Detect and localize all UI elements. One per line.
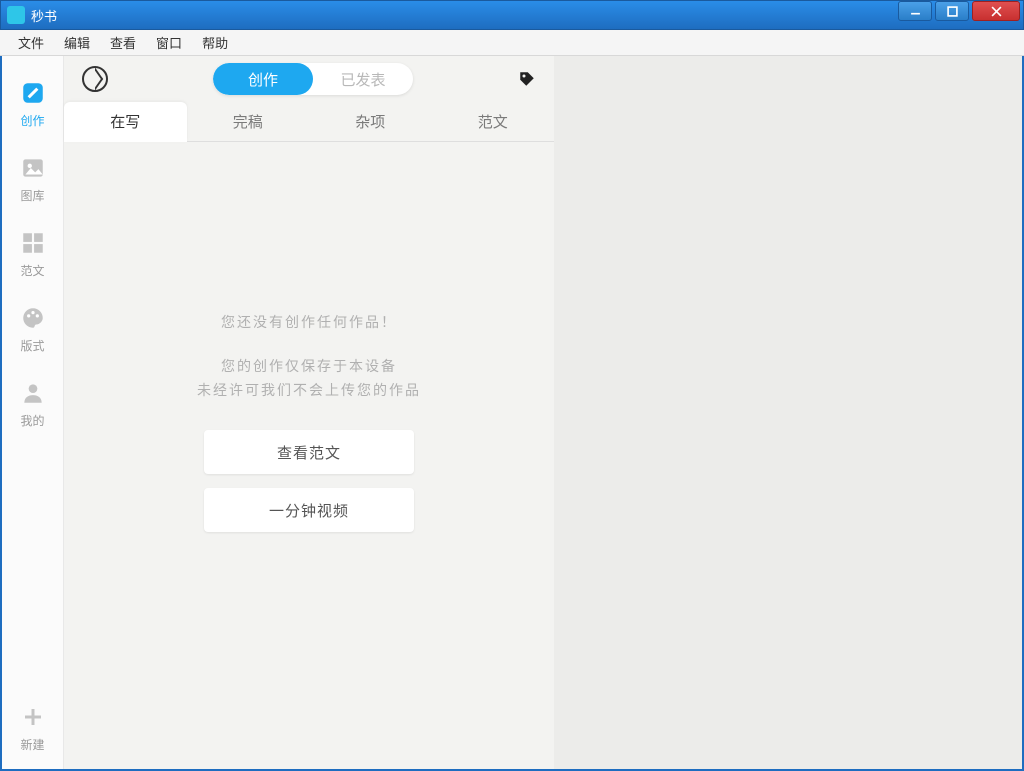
view-sample-button[interactable]: 查看范文: [204, 430, 414, 474]
subtab-writing[interactable]: 在写: [64, 102, 187, 142]
app-icon: [7, 6, 25, 24]
main-column: 创作 已发表 在写 完稿 杂项 范文 您还没有创作任何作品！ 您的创作仅保存于本…: [64, 56, 554, 769]
sidebar-item-create[interactable]: 创作: [2, 70, 63, 145]
maximize-button[interactable]: [935, 1, 969, 21]
window-controls: [898, 1, 1023, 29]
sidebar-item-label: 图库: [20, 187, 44, 204]
close-button[interactable]: [972, 1, 1020, 21]
empty-line2: 您的创作仅保存于本设备: [221, 356, 397, 376]
tag-icon[interactable]: [518, 70, 536, 88]
menu-window[interactable]: 窗口: [146, 33, 192, 52]
templates-icon: [20, 230, 46, 256]
empty-line3: 未经许可我们不会上传您的作品: [197, 380, 421, 400]
sidebar-item-label: 我的: [20, 412, 44, 429]
sidebar-item-label: 新建: [20, 736, 44, 753]
sidebar-item-label: 版式: [20, 337, 44, 354]
menubar: 文件 编辑 查看 窗口 帮助: [0, 30, 1024, 56]
sidebar-item-new[interactable]: 新建: [2, 694, 63, 769]
empty-headline: 您还没有创作任何作品！: [221, 312, 397, 332]
sub-tabs: 在写 完稿 杂项 范文: [64, 102, 554, 142]
create-icon: [20, 80, 46, 106]
menu-file[interactable]: 文件: [8, 33, 54, 52]
sidebar-item-label: 创作: [20, 112, 44, 129]
segmented-control: 创作 已发表: [213, 63, 413, 95]
empty-state: 您还没有创作任何作品！ 您的创作仅保存于本设备 未经许可我们不会上传您的作品 查…: [64, 142, 554, 769]
palette-icon: [20, 305, 46, 331]
segment-create[interactable]: 创作: [213, 63, 313, 95]
sidebar-item-layout[interactable]: 版式: [2, 295, 63, 370]
window-titlebar: 秒书: [0, 0, 1024, 30]
profile-icon: [20, 380, 46, 406]
menu-edit[interactable]: 编辑: [54, 33, 100, 52]
sidebar-item-label: 范文: [20, 262, 44, 279]
top-toolbar: 创作 已发表: [64, 56, 554, 102]
segment-published[interactable]: 已发表: [313, 63, 413, 95]
menu-view[interactable]: 查看: [100, 33, 146, 52]
sidebar: 创作 图库 范文 版式 我的: [2, 56, 64, 769]
body-area: 创作 图库 范文 版式 我的: [0, 56, 1024, 771]
gallery-icon: [20, 155, 46, 181]
one-minute-video-button[interactable]: 一分钟视频: [204, 488, 414, 532]
subtab-sample[interactable]: 范文: [432, 102, 555, 142]
subtab-misc[interactable]: 杂项: [309, 102, 432, 142]
minimize-button[interactable]: [898, 1, 932, 21]
sidebar-item-templates[interactable]: 范文: [2, 220, 63, 295]
sidebar-item-profile[interactable]: 我的: [2, 370, 63, 445]
sidebar-item-gallery[interactable]: 图库: [2, 145, 63, 220]
preview-pane: [554, 56, 1022, 769]
compass-icon[interactable]: [82, 66, 108, 92]
menu-help[interactable]: 帮助: [192, 33, 238, 52]
plus-icon: [20, 704, 46, 730]
window-title: 秒书: [31, 6, 57, 25]
subtab-done[interactable]: 完稿: [187, 102, 310, 142]
